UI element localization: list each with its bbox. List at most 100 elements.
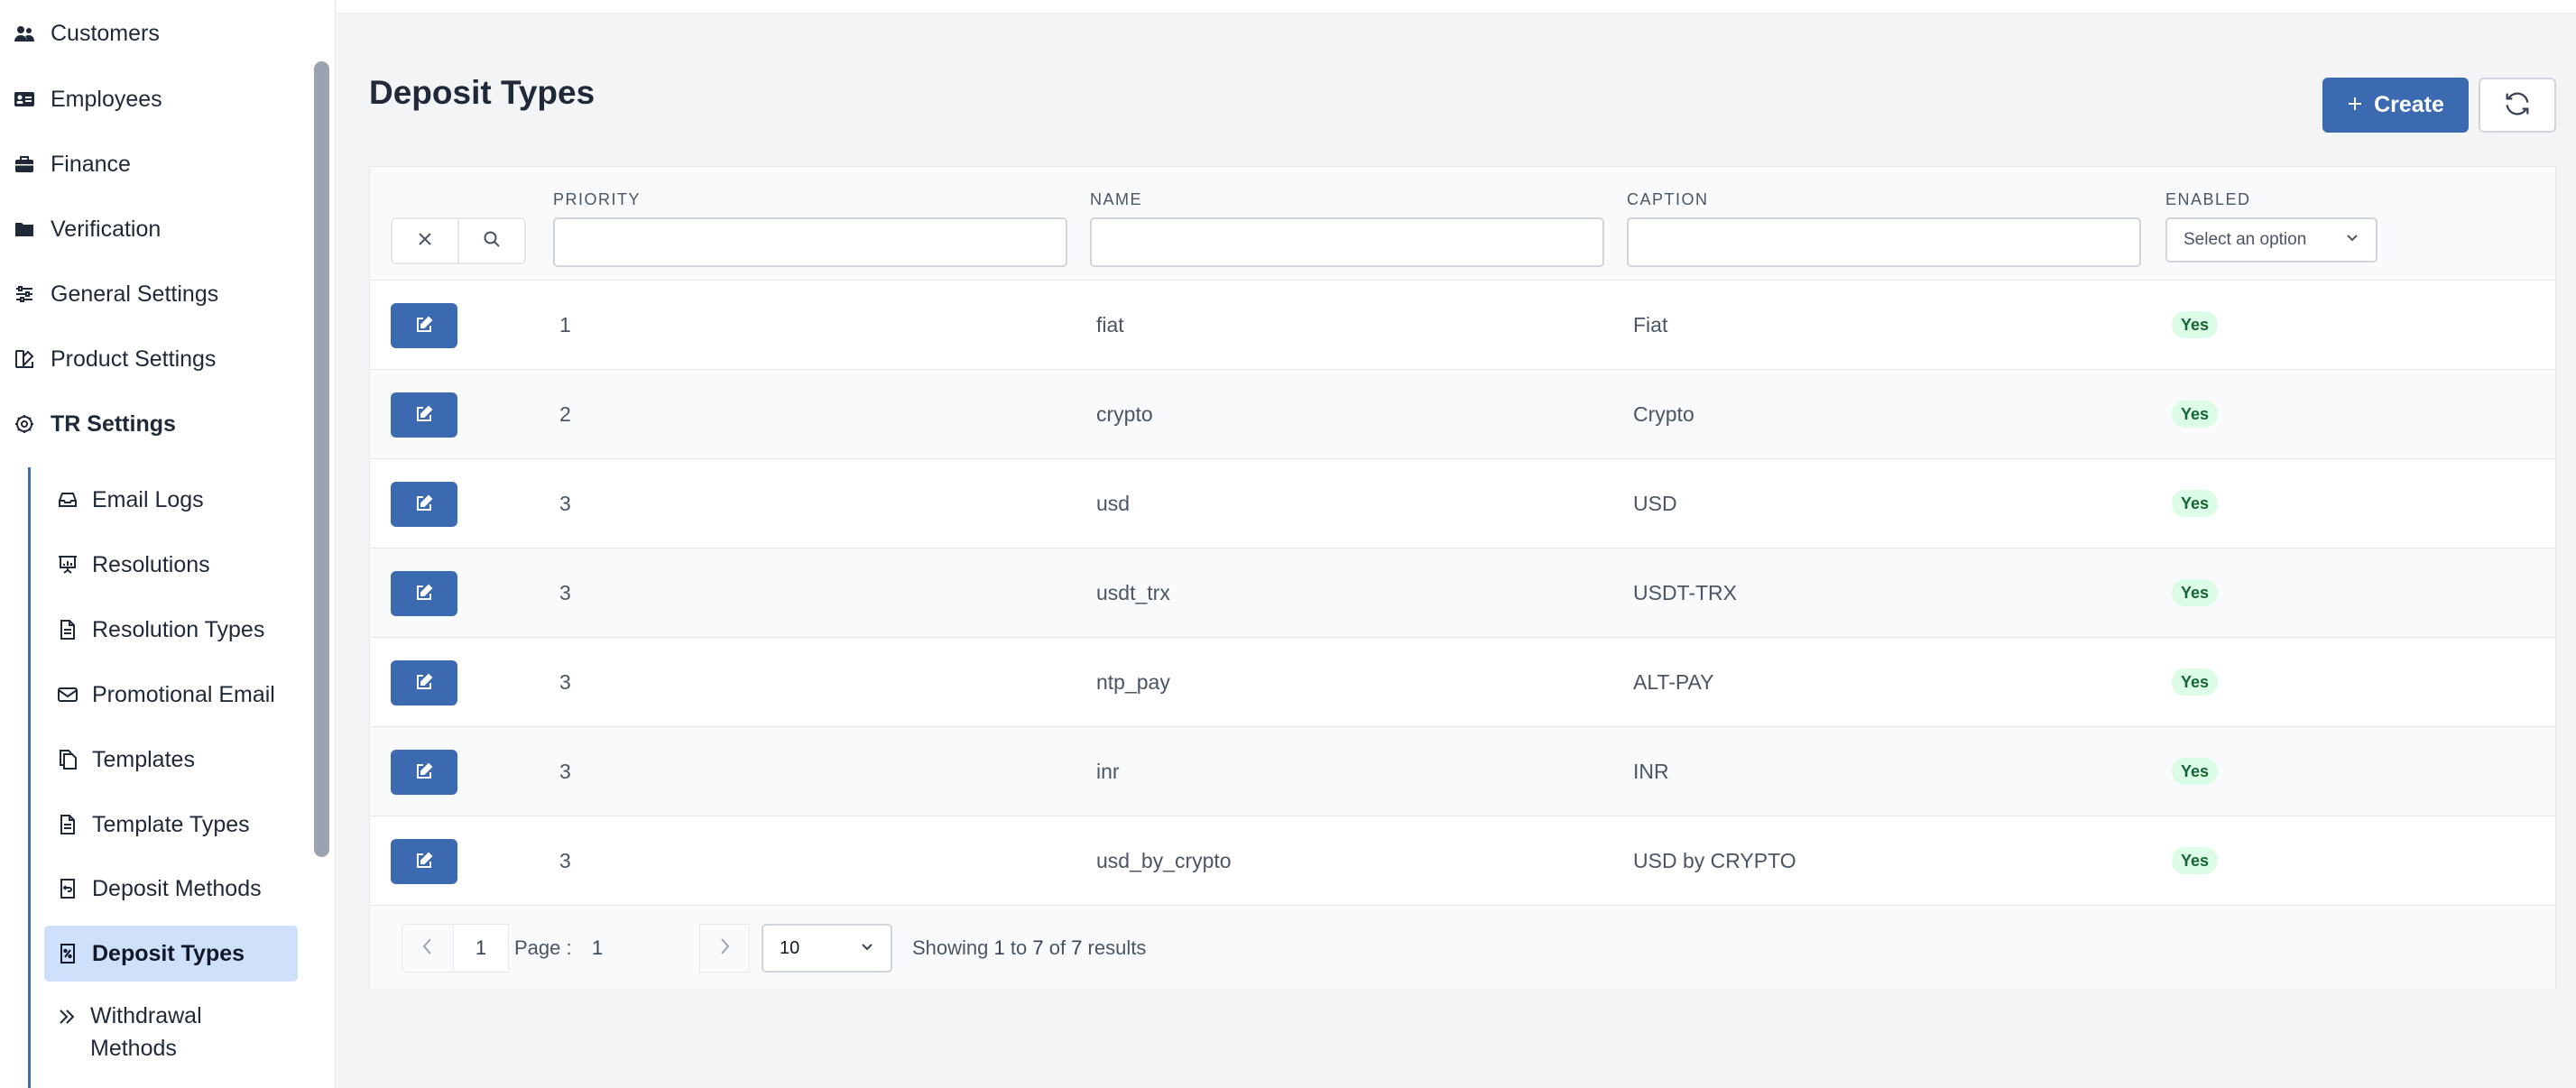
cell-priority: 3 [559,760,571,783]
sidebar-item-promotional-email[interactable]: Promotional Email [56,672,275,717]
cell-priority: 3 [559,492,571,515]
sidebar-item-customers[interactable]: Customers [13,11,160,56]
results-of-word: of [1043,936,1072,959]
filter-actions [391,217,526,264]
sidebar-item-resolutions[interactable]: Resolutions [56,542,210,587]
edit-button[interactable] [391,482,457,527]
status-badge: Yes [2172,401,2219,428]
column-header-priority: PRIORITY [553,190,642,208]
users-icon [13,22,36,45]
cell-name: crypto [1096,402,1153,426]
sidebar-item-label: Customers [51,20,160,46]
sidebar-item-label: Finance [51,151,131,177]
page-label: Page : [514,936,572,959]
sidebar-item-product-settings[interactable]: Product Settings [13,337,216,382]
refresh-button[interactable] [2479,78,2556,133]
table-row: 1 fiat Fiat Yes [370,281,2555,370]
submenu-line [28,467,31,1088]
sidebar-item-finance[interactable]: Finance [13,142,131,187]
sidebar-item-label: Promotional Email [92,681,275,707]
sidebar-scrollbar[interactable] [314,61,329,857]
column-header-enabled: ENABLED [2165,190,2251,208]
sidebar-item-resolution-types[interactable]: Resolution Types [56,607,264,652]
results-to: 7 [1032,936,1044,959]
sidebar-item-label: Email Logs [92,486,204,512]
edit-button[interactable] [391,660,457,705]
plus-icon [2347,92,2363,118]
sidebar-item-withdrawal-methods[interactable]: Withdrawal Methods [56,1000,236,1061]
edit-button[interactable] [391,392,457,438]
sidebar-item-label: Deposit Methods [92,875,262,901]
edit-button[interactable] [391,571,457,616]
copy-icon [56,748,79,771]
chevron-down-icon [2345,230,2359,250]
name-filter-input[interactable] [1090,217,1604,267]
cell-name: fiat [1096,313,1124,337]
caption-filter-input[interactable] [1627,217,2141,267]
next-page-button[interactable] [699,924,750,973]
sidebar-item-deposit-methods[interactable]: Deposit Methods [56,866,262,911]
sidebar-item-employees[interactable]: Employees [13,77,162,122]
enabled-filter-select[interactable]: Select an option [2165,217,2377,263]
status-badge: Yes [2172,847,2219,874]
sidebar-item-label: Deposit Types [92,940,245,966]
current-page-button[interactable]: 1 [453,924,509,973]
sidebar-item-general-settings[interactable]: General Settings [13,272,218,317]
page-input[interactable]: 1 [592,924,603,973]
sidebar-item-verification[interactable]: Verification [13,207,161,252]
chevron-left-icon [420,936,435,961]
sidebar-item-label: Template Types [92,811,250,837]
pagination: 1 Page : 1 10 Showing 1 to 7 of 7 result… [370,906,2555,989]
create-button-label: Create [2374,92,2444,117]
results-suffix: results [1082,936,1147,959]
receipt-percent-icon [56,942,79,965]
edit-button[interactable] [391,750,457,795]
sidebar-item-label: Verification [51,216,162,242]
search-button[interactable] [457,219,524,263]
folder-icon [13,217,36,241]
sidebar-item-label: TR Settings [51,410,176,437]
cell-name: usd [1096,492,1131,515]
sidebar-item-templates[interactable]: Templates [56,737,195,782]
edit-icon [415,584,433,604]
filter-row: PRIORITY NAME CAPTION ENABLED Select an … [370,167,2555,281]
results-prefix: Showing [912,936,994,959]
sidebar-item-label: Employees [51,86,162,112]
sidebar-item-deposit-types[interactable]: Deposit Types [44,926,298,982]
cell-caption: USD by CRYPTO [1633,849,1796,872]
create-button[interactable]: Create [2322,78,2469,133]
priority-filter-input[interactable] [553,217,1067,267]
product-icon [13,347,36,371]
chevron-right-icon [717,936,732,961]
table-row: 3 usdt_trx USDT-TRX Yes [370,549,2555,638]
sidebar: Customers Employees Finance Verification… [0,0,336,1088]
status-badge: Yes [2172,579,2219,606]
envelope-icon [56,683,79,706]
sidebar-item-label: Resolution Types [92,616,265,642]
close-icon [417,231,433,252]
cell-name: inr [1096,760,1120,783]
sidebar-item-template-types[interactable]: Template Types [56,802,250,847]
document-icon [56,618,79,641]
refresh-icon [2502,88,2533,122]
sidebar-item-label: Product Settings [51,346,217,372]
results-total: 7 [1071,936,1083,959]
sidebar-item-tr-settings[interactable]: TR Settings [13,401,176,447]
edit-icon [415,494,433,515]
edit-button[interactable] [391,839,457,884]
page-size-select[interactable]: 10 [762,924,892,973]
enabled-filter-placeholder: Select an option [2184,230,2307,249]
edit-button[interactable] [391,303,457,348]
status-badge: Yes [2172,668,2219,696]
cell-name: usd_by_crypto [1096,849,1232,872]
page-title: Deposit Types [369,74,596,111]
cell-name: usdt_trx [1096,581,1170,604]
sidebar-item-label: Resolutions [92,551,210,577]
receipt-icon [56,877,79,900]
sidebar-item-email-logs[interactable]: Email Logs [56,477,204,522]
chevron-down-icon [860,938,874,959]
clear-filters-button[interactable] [392,219,457,263]
cell-name: ntp_pay [1096,670,1170,694]
table-row: 3 inr INR Yes [370,727,2555,816]
previous-page-button[interactable] [402,924,454,973]
